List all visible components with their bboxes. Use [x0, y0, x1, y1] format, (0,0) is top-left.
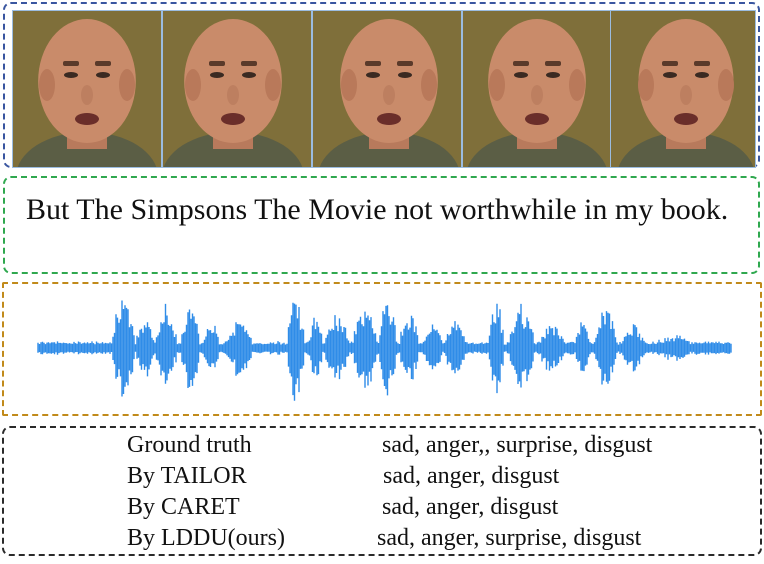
emotions-tailor: sad, anger, disgust: [383, 463, 560, 489]
emotions-caret: sad, anger, disgust: [382, 494, 559, 520]
video-frames-panel: [3, 2, 760, 168]
emotions-lddu: sad, anger, surprise, disgust: [377, 525, 642, 551]
video-frame-2: [162, 10, 312, 168]
audio-waveform-panel: [2, 282, 762, 416]
emotion-labels-panel: Ground truth sad, anger,, surprise, disg…: [2, 426, 762, 556]
emotions-ground-truth: sad, anger,, surprise, disgust: [382, 432, 653, 458]
method-label-caret: By CARET: [127, 494, 240, 520]
video-frame-4: [462, 10, 612, 168]
waveform-trace: [37, 300, 732, 401]
utterance-text: But The Simpsons The Movie not worthwhil…: [26, 193, 729, 226]
method-label-ground-truth: Ground truth: [127, 432, 252, 458]
method-label-tailor: By TAILOR: [127, 463, 247, 489]
method-label-lddu: By LDDU(ours): [127, 525, 285, 551]
video-frame-5: [610, 10, 756, 168]
transcript-panel: But The Simpsons The Movie not worthwhil…: [3, 176, 760, 274]
video-frame-1: [12, 10, 162, 168]
video-frame-3: [312, 10, 462, 168]
audio-waveform: [37, 300, 732, 401]
